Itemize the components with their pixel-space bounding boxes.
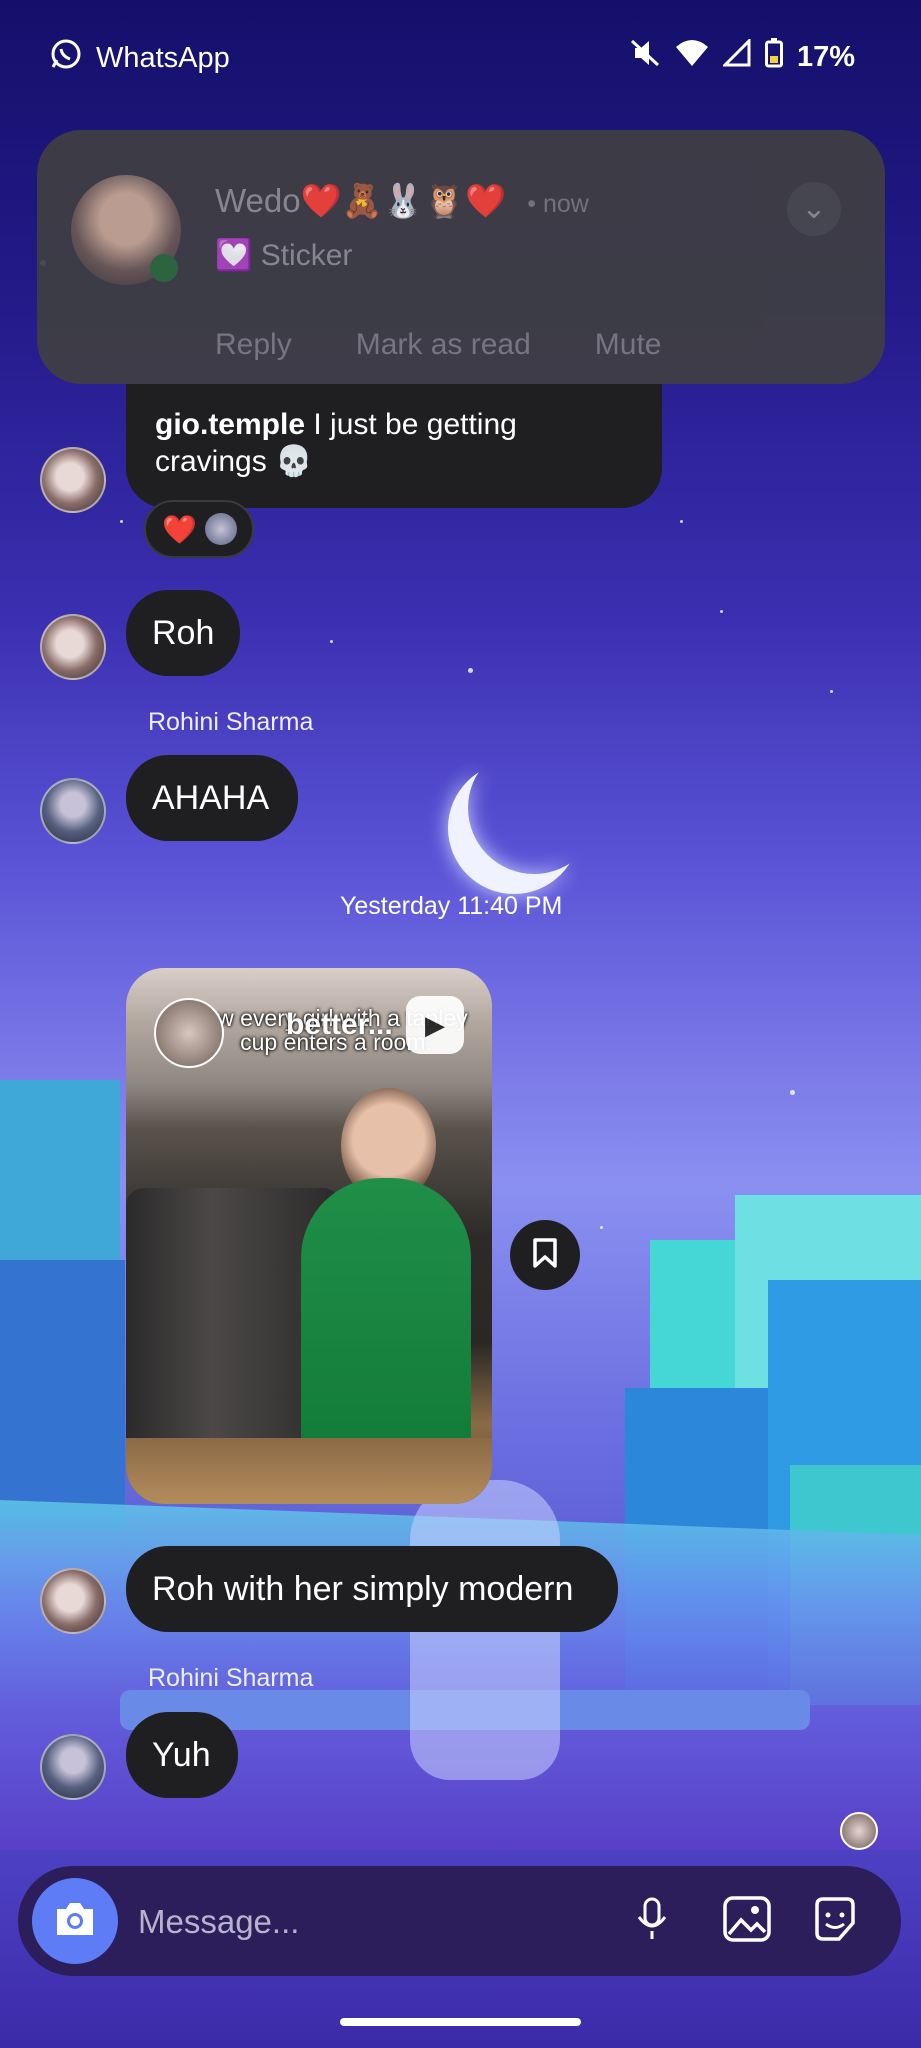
- bookmark-button[interactable]: [510, 1220, 580, 1290]
- camera-button[interactable]: [32, 1878, 118, 1964]
- message-bubble[interactable]: Roh with her simply modern: [126, 1546, 618, 1632]
- notification-message: 💟 Sticker: [215, 239, 353, 272]
- gallery-icon: [723, 1895, 771, 1947]
- reel-avatar: [154, 998, 224, 1068]
- message-text: AHAHA: [152, 779, 270, 817]
- chat-timestamp: Yesterday 11:40 PM: [340, 892, 563, 920]
- notification-time-text: now: [542, 190, 589, 218]
- status-app-name: WhatsApp: [96, 41, 230, 74]
- reel-image-person: [301, 1178, 471, 1468]
- whatsapp-icon: [150, 254, 178, 282]
- sender-name: Rohini Sharma: [148, 708, 314, 736]
- reel-username: better...: [286, 1008, 393, 1041]
- microphone-button[interactable]: [623, 1892, 681, 1950]
- notification-actions: Reply Mark as read Mute: [215, 328, 661, 362]
- avatar[interactable]: [40, 1568, 106, 1634]
- reaction-pill[interactable]: ❤️: [144, 500, 254, 558]
- reel-image-counter: [126, 1438, 492, 1504]
- status-app: WhatsApp: [50, 38, 230, 78]
- moon: [468, 742, 600, 874]
- bookmark-icon: [532, 1237, 558, 1273]
- message-bubble[interactable]: Roh: [126, 590, 240, 676]
- reel-play-icon: ▶: [406, 996, 464, 1054]
- battery-percent: 17%: [796, 40, 855, 73]
- message-username: gio.temple: [155, 408, 306, 441]
- mark-as-read-button[interactable]: Mark as read: [356, 328, 531, 362]
- seen-avatar: [840, 1812, 878, 1850]
- message-bubble[interactable]: gio.temple I just be getting cravings 💀: [126, 384, 662, 508]
- sender-name: Rohini Sharma: [148, 1664, 314, 1692]
- shared-reel[interactable]: ow every girl with a tanley cup enters a…: [126, 968, 492, 1504]
- message-text: Roh: [152, 614, 215, 652]
- status-right: 17%: [629, 37, 855, 76]
- chevron-down-icon[interactable]: ⌄: [787, 182, 841, 236]
- message-text: Roh with her simply modern: [152, 1570, 574, 1608]
- home-indicator[interactable]: [340, 2018, 581, 2026]
- whatsapp-icon: [50, 38, 82, 78]
- gallery-button[interactable]: [718, 1892, 776, 1950]
- sticker-icon: [811, 1895, 859, 1948]
- mute-icon: [629, 38, 661, 76]
- reply-button[interactable]: Reply: [215, 328, 292, 362]
- notification-card[interactable]: Wedo❤️🧸🐰🦉❤️ • now 💟 Sticker ⌄ Reply Mark…: [37, 130, 885, 384]
- notification-sender: Wedo❤️🧸🐰🦉❤️: [215, 182, 507, 219]
- message-bubble[interactable]: Yuh: [126, 1712, 238, 1798]
- microphone-icon: [635, 1897, 669, 1946]
- sticker-button[interactable]: [806, 1892, 864, 1950]
- message-text: Yuh: [152, 1736, 211, 1774]
- camera-icon: [53, 1900, 97, 1943]
- battery-icon: [764, 38, 783, 76]
- message-input[interactable]: [136, 1894, 640, 1950]
- wifi-icon: [675, 39, 709, 75]
- avatar[interactable]: [40, 614, 106, 680]
- status-bar: WhatsApp 17%: [0, 0, 921, 110]
- reaction-avatar: [204, 513, 237, 545]
- avatar[interactable]: [40, 447, 106, 513]
- avatar[interactable]: [40, 1734, 106, 1800]
- building: [0, 1260, 125, 1530]
- notification-title: Wedo❤️🧸🐰🦉❤️ • now: [215, 182, 589, 221]
- notification-time: • now: [527, 190, 589, 218]
- avatar[interactable]: [40, 778, 106, 844]
- message-composer: [18, 1866, 901, 1976]
- mute-button[interactable]: Mute: [595, 328, 662, 362]
- signal-icon: [721, 37, 751, 75]
- reaction-heart: ❤️: [162, 513, 197, 545]
- message-bubble[interactable]: AHAHA: [126, 755, 298, 841]
